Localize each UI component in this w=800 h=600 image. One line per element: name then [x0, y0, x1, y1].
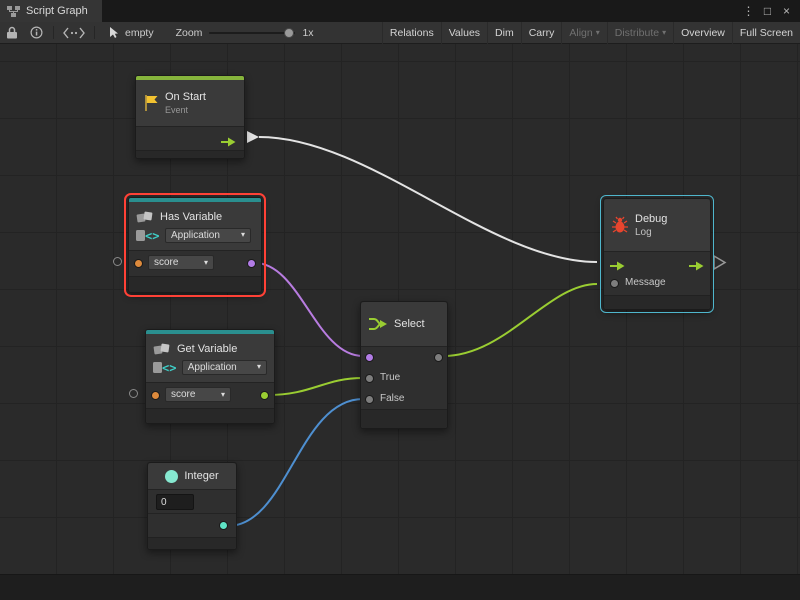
bug-icon — [611, 216, 629, 235]
node-has-variable[interactable]: Has Variable <> Application ▾ score ▾ — [128, 197, 262, 293]
flow-output-port[interactable] — [221, 134, 236, 152]
tab-title: Script Graph — [26, 5, 88, 17]
zoom-value: 1x — [302, 27, 313, 39]
node-select[interactable]: Select True False — [360, 301, 448, 429]
cursor-icon — [108, 26, 120, 39]
node-on-start[interactable]: On Start Event — [135, 75, 245, 159]
align-button[interactable]: Align▾ — [561, 22, 606, 44]
unconnected-port-ring[interactable] — [113, 257, 122, 266]
dim-button[interactable]: Dim — [487, 22, 521, 44]
node-subtitle: Event — [165, 105, 206, 115]
message-input-port[interactable] — [610, 279, 619, 288]
node-title: Integer — [184, 470, 218, 482]
variable-scope-icon: <> — [153, 361, 176, 374]
true-port-label: True — [380, 372, 400, 383]
chevron-down-icon: ▾ — [596, 29, 600, 37]
flow-continue-triangle[interactable] — [714, 256, 725, 269]
variable-name-value: score — [171, 389, 195, 400]
true-input-port[interactable] — [365, 374, 374, 383]
connections-icon[interactable] — [59, 22, 89, 44]
variables-stack-icon — [136, 210, 154, 224]
relations-button[interactable]: Relations — [382, 22, 441, 44]
values-button[interactable]: Values — [441, 22, 487, 44]
graph-icon — [7, 6, 20, 17]
svg-text:<>: <> — [162, 361, 176, 374]
condition-input-port[interactable] — [365, 353, 374, 362]
chevron-down-icon: ▾ — [221, 391, 225, 399]
scope-value: Application — [188, 362, 237, 373]
message-port-label: Message — [625, 277, 666, 288]
zoom-slider[interactable] — [209, 32, 295, 34]
node-get-variable[interactable]: Get Variable <> Application ▾ score ▾ — [145, 329, 275, 424]
node-debug-log[interactable]: Debug Log Message — [603, 198, 711, 310]
svg-text:<>: <> — [145, 229, 159, 242]
variable-name-dropdown[interactable]: score ▾ — [165, 387, 231, 402]
tab-script-graph[interactable]: Script Graph — [0, 0, 102, 22]
unconnected-port-ring[interactable] — [129, 389, 138, 398]
false-input-port[interactable] — [365, 395, 374, 404]
variables-stack-icon — [153, 342, 171, 356]
chevron-down-icon: ▾ — [241, 231, 245, 239]
graph-canvas[interactable]: On Start Event Has Variable — [0, 44, 800, 600]
node-integer[interactable]: Integer — [147, 462, 237, 550]
maximize-icon[interactable]: □ — [759, 0, 776, 22]
value-output-port[interactable] — [260, 391, 269, 400]
variable-name-input-port[interactable] — [134, 259, 143, 268]
menu-icon[interactable]: ⋮ — [740, 0, 757, 22]
carry-button[interactable]: Carry — [521, 22, 562, 44]
toolbar-separator — [94, 26, 95, 39]
scope-dropdown[interactable]: Application ▾ — [165, 228, 251, 243]
flag-icon — [143, 94, 159, 112]
fullscreen-button[interactable]: Full Screen — [732, 22, 800, 44]
node-title: Select — [394, 318, 425, 330]
zoom-label: Zoom — [176, 27, 203, 39]
info-icon[interactable] — [24, 22, 48, 44]
node-title: Get Variable — [177, 343, 237, 355]
titlebar: Script Graph ⋮ □ × — [0, 0, 800, 22]
toolbar-separator — [53, 26, 54, 39]
graph-bounds-edge — [0, 574, 800, 600]
integer-value-field[interactable] — [156, 494, 194, 510]
wire-getvariable-to-select-true[interactable] — [268, 378, 363, 395]
lock-icon[interactable] — [0, 22, 24, 44]
integer-icon — [165, 470, 178, 483]
selection-output-port[interactable] — [434, 353, 443, 362]
select-icon — [368, 316, 388, 332]
scope-dropdown[interactable]: Application ▾ — [182, 360, 267, 375]
wire-onstart-to-debuglog[interactable] — [259, 137, 597, 262]
variable-name-value: score — [154, 257, 178, 268]
distribute-button[interactable]: Distribute▾ — [607, 22, 673, 44]
chevron-down-icon: ▾ — [662, 29, 666, 37]
variable-name-input-port[interactable] — [151, 391, 160, 400]
scope-value: Application — [171, 230, 220, 241]
unity-graph-window: Script Graph ⋮ □ × empty Zoom 1x — [0, 0, 800, 600]
graph-toolbar: empty Zoom 1x Relations Values Dim Carry… — [0, 22, 800, 44]
wire-select-to-debuglog-message[interactable] — [443, 284, 597, 356]
flow-start-triangle[interactable] — [247, 131, 259, 143]
zoom-slider-knob[interactable] — [284, 28, 294, 38]
result-output-port[interactable] — [247, 259, 256, 268]
node-title: Has Variable — [160, 211, 222, 223]
chevron-down-icon: ▾ — [204, 259, 208, 267]
node-title: On Start — [165, 91, 206, 103]
variable-scope-icon: <> — [136, 229, 159, 242]
overview-button[interactable]: Overview — [673, 22, 732, 44]
node-subtitle: Log — [635, 227, 667, 238]
variable-name-dropdown[interactable]: score ▾ — [148, 255, 214, 270]
close-icon[interactable]: × — [778, 0, 795, 22]
chevron-down-icon: ▾ — [257, 363, 261, 371]
integer-output-port[interactable] — [219, 521, 228, 530]
false-port-label: False — [380, 393, 404, 404]
node-title: Debug — [635, 213, 667, 225]
selection-mode-label: empty — [125, 27, 154, 39]
